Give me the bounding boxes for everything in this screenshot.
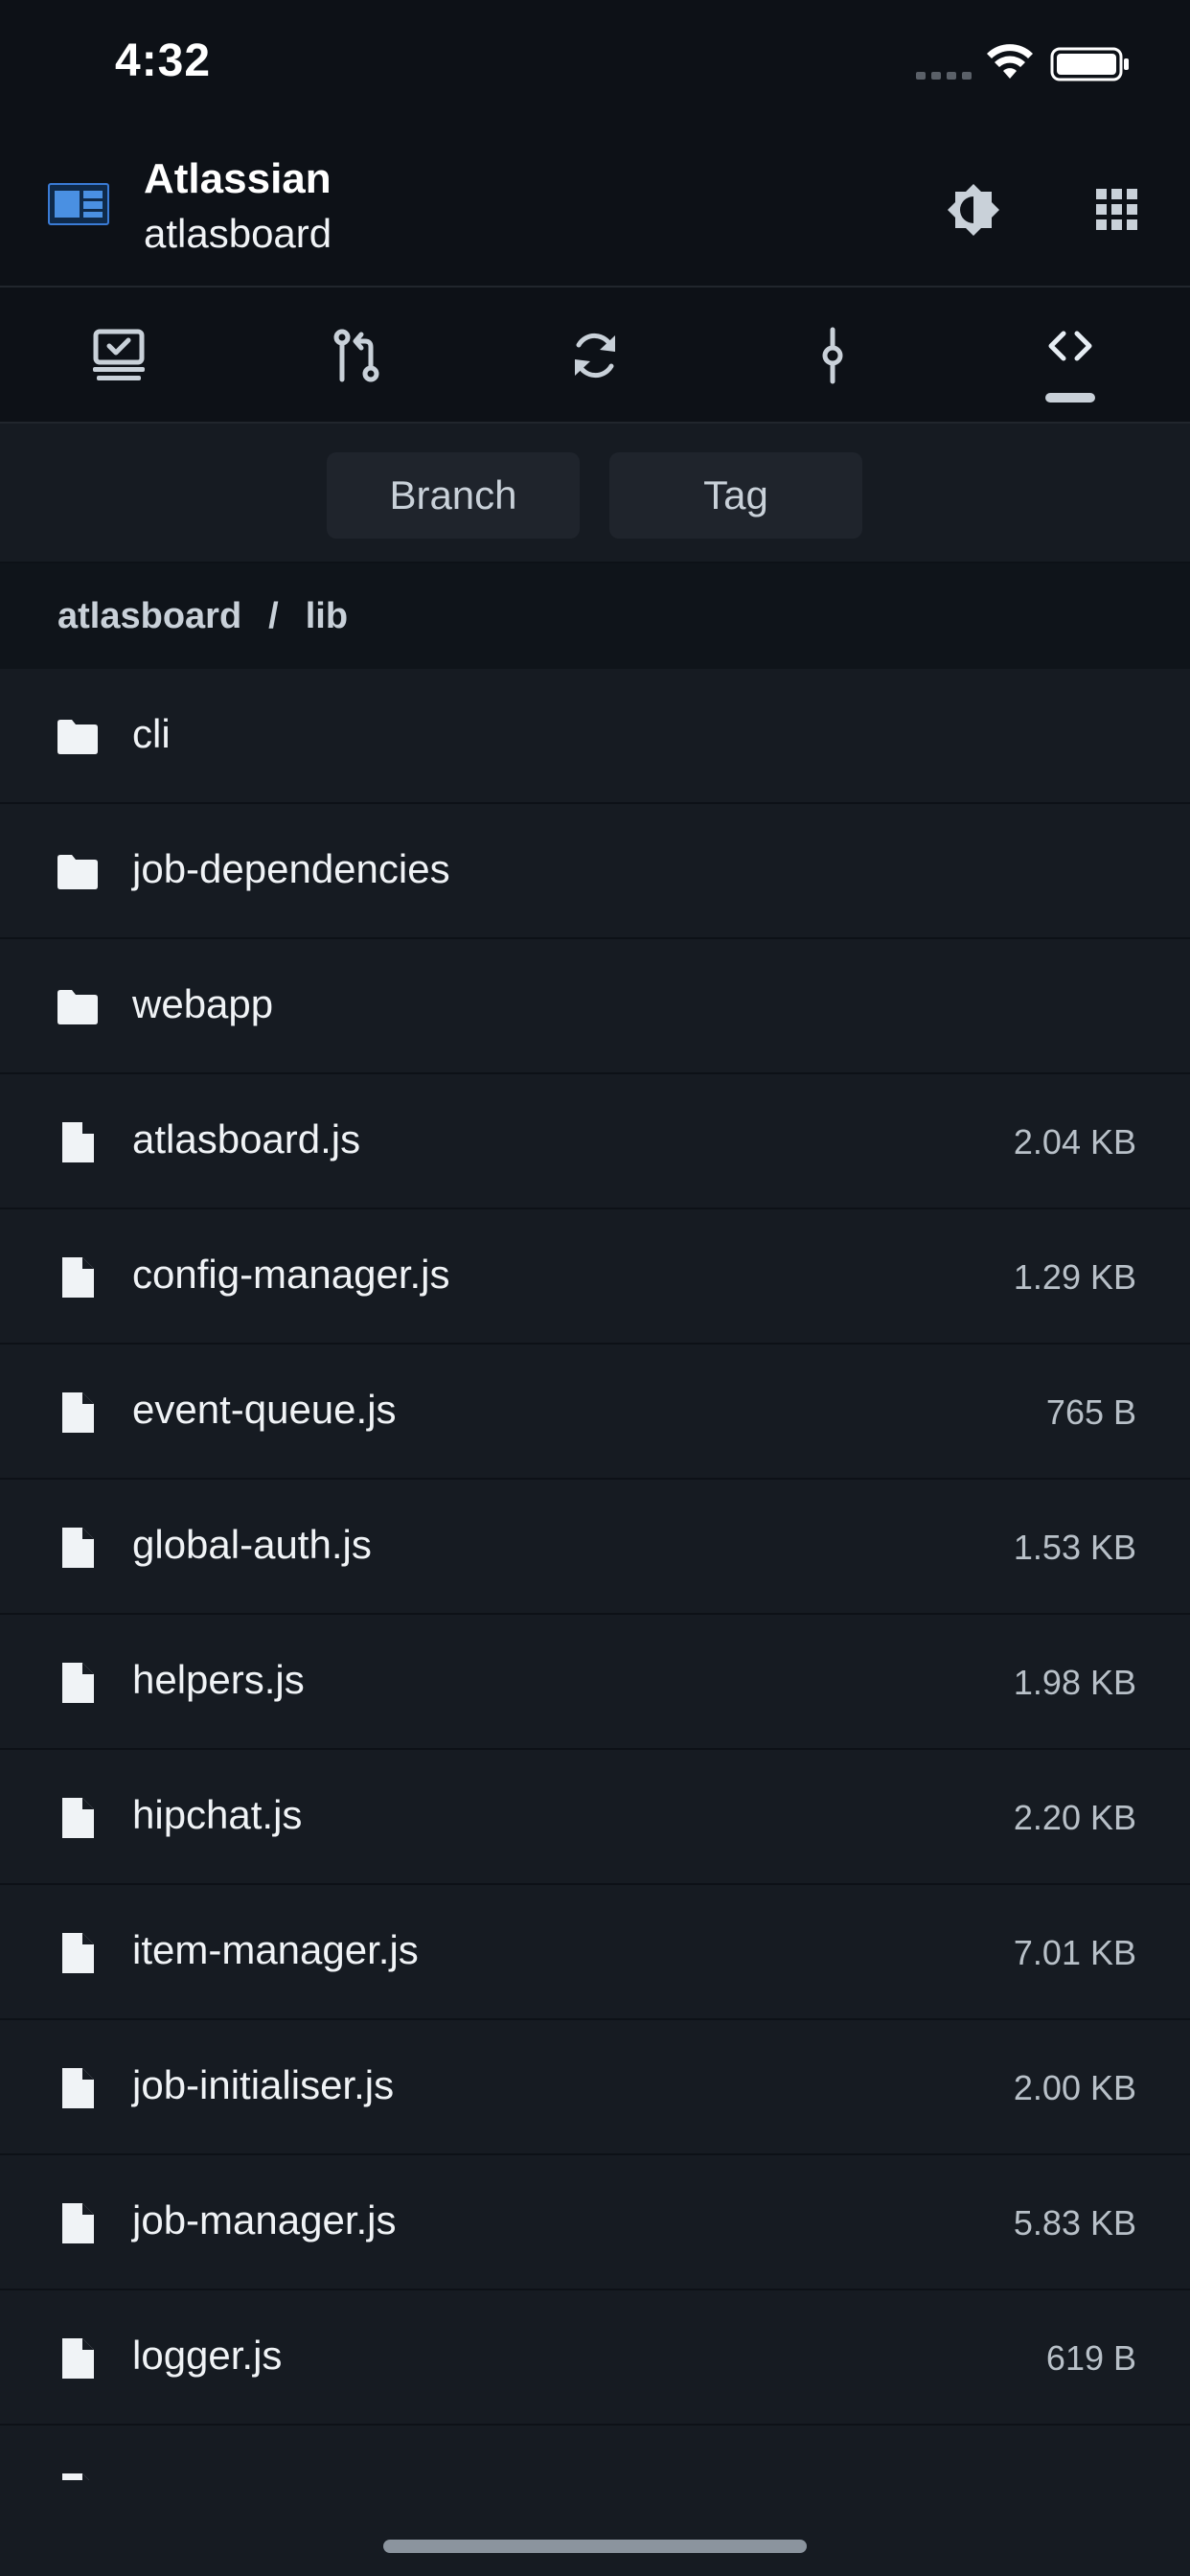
list-item[interactable]: job-dependencies <box>0 804 1190 939</box>
file-name: hipchat.js <box>132 1792 303 1837</box>
file-name: helpers.js <box>132 1657 305 1702</box>
file-name: global-auth.js <box>132 1522 372 1567</box>
repo-logo-icon <box>48 183 109 225</box>
file-name: job-dependencies <box>132 846 450 891</box>
file-name: config-manager.js <box>132 1252 450 1297</box>
tag-button[interactable]: Tag <box>609 452 862 539</box>
file-size: 1.53 KB <box>1013 1528 1136 1567</box>
file-icon <box>62 2338 94 2379</box>
folder-icon <box>57 855 98 889</box>
branch-button[interactable]: Branch <box>327 452 580 539</box>
file-icon <box>62 2473 89 2480</box>
apps-menu-button[interactable] <box>1083 175 1152 244</box>
sync-icon <box>575 333 615 379</box>
list-item[interactable]: config-manager.js 1.29 KB <box>0 1209 1190 1345</box>
file-size: 2.04 KB <box>1013 1122 1136 1162</box>
file-name: job-initialiser.js <box>132 2062 395 2107</box>
pull-request-icon <box>333 329 379 382</box>
list-item[interactable]: webapp <box>0 939 1190 1074</box>
file-icon <box>62 2068 94 2108</box>
list-item[interactable]: job-manager.js 5.83 KB <box>0 2155 1190 2290</box>
file-list: cli job-dependencies webapp atlasboard.j… <box>0 669 1190 2480</box>
file-icon <box>62 1933 94 1973</box>
grid-icon <box>1096 189 1137 230</box>
file-name: event-queue.js <box>132 1387 397 1432</box>
home-indicator-area <box>0 2480 1190 2576</box>
file-icon <box>62 2203 94 2243</box>
active-tab-indicator <box>1045 393 1095 402</box>
file-size: 2.00 KB <box>1013 2068 1136 2107</box>
file-name: logger.js <box>132 2333 283 2378</box>
file-size: 765 B <box>1045 1392 1136 1432</box>
folder-icon <box>57 720 98 754</box>
battery-icon <box>1050 47 1129 81</box>
file-icon <box>62 1798 94 1838</box>
list-item[interactable]: global-auth.js 1.53 KB <box>0 1480 1190 1615</box>
cellular-signal-icon <box>916 72 972 80</box>
file-size: 7.01 KB <box>1013 1933 1136 1972</box>
file-name: job-manager.js <box>132 2197 397 2242</box>
status-time: 4:32 <box>115 35 212 86</box>
file-size: 2.20 KB <box>1013 1798 1136 1837</box>
ref-selector: Branch Tag <box>0 424 1190 564</box>
file-name: webapp <box>132 981 274 1026</box>
breadcrumb-root[interactable]: atlasboard <box>57 596 241 637</box>
code-icon <box>1048 331 1092 361</box>
brightness-icon <box>948 184 999 236</box>
tab-commits[interactable] <box>775 288 890 424</box>
file-icon <box>62 1663 94 1703</box>
tab-pull-requests[interactable] <box>299 288 414 424</box>
tab-source[interactable] <box>1013 288 1128 424</box>
file-name: item-manager.js <box>132 1927 419 1972</box>
breadcrumb-separator: / <box>268 595 279 636</box>
dashboard-icon <box>93 329 145 380</box>
list-item[interactable]: job-initialiser.js 2.00 KB <box>0 2020 1190 2155</box>
file-icon <box>62 1122 94 1162</box>
list-item-partial[interactable] <box>0 2426 1190 2480</box>
list-item[interactable]: atlasboard.js 2.04 KB <box>0 1074 1190 1209</box>
file-icon <box>62 1257 94 1298</box>
list-item[interactable]: item-manager.js 7.01 KB <box>0 1885 1190 2020</box>
home-indicator[interactable] <box>383 2540 807 2553</box>
breadcrumb: atlasboard / lib <box>0 564 1190 669</box>
folder-icon <box>57 990 98 1024</box>
file-icon <box>62 1392 94 1433</box>
file-icon <box>62 1528 94 1568</box>
list-item[interactable]: logger.js 619 B <box>0 2290 1190 2426</box>
list-item[interactable]: event-queue.js 765 B <box>0 1345 1190 1480</box>
file-size: 1.29 KB <box>1013 1257 1136 1297</box>
repo-name: atlasboard <box>144 211 332 256</box>
list-item[interactable]: cli <box>0 669 1190 804</box>
commit-icon <box>822 327 843 384</box>
file-size: 619 B <box>1045 2338 1136 2378</box>
file-size: 1.98 KB <box>1013 1663 1136 1702</box>
tab-dashboard[interactable] <box>61 288 176 424</box>
theme-toggle-button[interactable] <box>939 175 1008 244</box>
wifi-icon <box>987 44 1033 79</box>
repo-owner: Atlassian <box>144 155 332 202</box>
list-item[interactable]: helpers.js 1.98 KB <box>0 1615 1190 1750</box>
list-item[interactable]: hipchat.js 2.20 KB <box>0 1750 1190 1885</box>
breadcrumb-current[interactable]: lib <box>306 596 348 637</box>
status-bar: 4:32 <box>0 0 1190 134</box>
file-size: 5.83 KB <box>1013 2203 1136 2242</box>
repo-tab-bar <box>0 286 1190 424</box>
file-name: atlasboard.js <box>132 1116 361 1162</box>
file-name: cli <box>132 711 171 756</box>
repo-header: Atlassian atlasboard <box>0 134 1190 286</box>
tab-pipelines[interactable] <box>538 288 652 424</box>
